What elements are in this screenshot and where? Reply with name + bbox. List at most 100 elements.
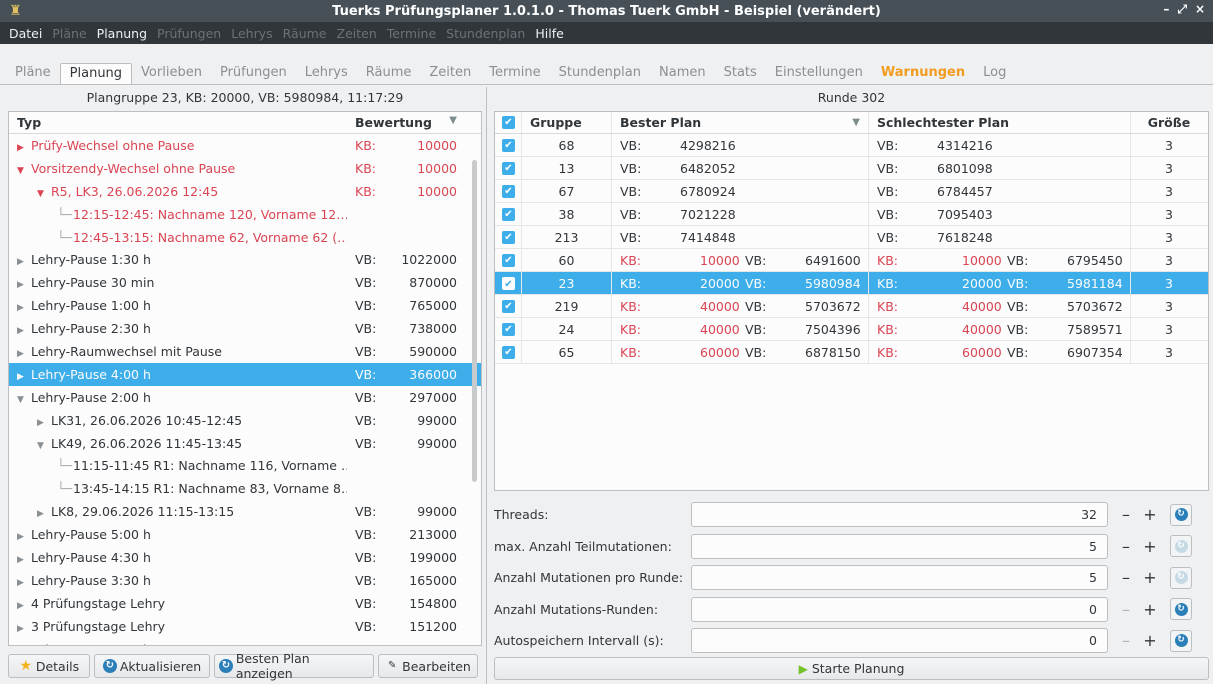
select-all-checkbox[interactable]: ✔ <box>502 116 515 129</box>
tree-row[interactable]: ▼ LK49, 26.06.2026 11:45-13:45 VB: 99000 <box>9 432 481 455</box>
reset-button[interactable]: ↻ <box>1170 566 1192 589</box>
tab-namen[interactable]: Namen <box>650 63 715 85</box>
tree-row[interactable]: ▶ Lehry-Pause 2:30 h VB: 738000 <box>9 317 481 340</box>
tab-räume[interactable]: Räume <box>357 63 421 85</box>
tree-scrollbar[interactable] <box>472 160 477 482</box>
edit-button[interactable]: ✎ Bearbeiten <box>378 654 478 678</box>
increment-button[interactable]: + <box>1138 600 1162 619</box>
plan-groups-table[interactable]: ✔ Gruppe Bester Plan ▼ Schlechtester Plan… <box>494 111 1209 491</box>
details-button[interactable]: ★ Details <box>8 654 90 678</box>
menu-stundenplan[interactable]: Stundenplan <box>441 26 530 41</box>
tree-row[interactable]: ▶Lehry-Pause 3:00 hVB:145000 <box>9 638 481 645</box>
row-checkbox[interactable]: ✔ <box>502 207 515 221</box>
menu-zeiten[interactable]: Zeiten <box>332 26 382 41</box>
menu-prüfungen[interactable]: Prüfungen <box>152 26 226 41</box>
collapsed-arrow-icon[interactable]: ▶ <box>17 326 31 336</box>
tab-zeiten[interactable]: Zeiten <box>420 63 480 85</box>
tab-log[interactable]: Log <box>974 63 1015 85</box>
tree-row[interactable]: ▶ 4 Prüfungstage Lehry VB: 154800 <box>9 592 481 615</box>
tree-row[interactable]: ▼ Vorsitzendy-Wechsel ohne Pause KB: 10000 <box>9 157 481 180</box>
collapsed-arrow-icon[interactable]: ▶ <box>17 624 31 634</box>
increment-button[interactable]: + <box>1138 631 1162 650</box>
increment-button[interactable]: + <box>1138 505 1162 524</box>
maximize-icon[interactable]: ⤢ <box>1177 2 1187 17</box>
row-checkbox[interactable]: ✔ <box>502 184 515 198</box>
row-checkbox[interactable]: ✔ <box>502 230 515 244</box>
increment-button[interactable]: + <box>1138 537 1162 556</box>
setting-input[interactable]: 5 <box>691 533 1108 559</box>
expanded-arrow-icon[interactable]: ▼ <box>37 189 51 199</box>
table-row[interactable]: ✔ 68 VB: 4298216 VB: 4314216 3 <box>495 134 1208 157</box>
collapsed-arrow-icon[interactable]: ▶ <box>17 601 31 611</box>
row-checkbox[interactable]: ✔ <box>502 138 515 152</box>
tree-row[interactable]: └─11:15-11:45 R1: Nachname 116, Vorname … <box>9 454 481 477</box>
tree-row[interactable]: └─12:15-12:45: Nachname 120, Vorname 12… <box>9 203 481 226</box>
tab-lehrys[interactable]: Lehrys <box>296 63 357 85</box>
reset-button[interactable]: ↻ <box>1170 629 1192 652</box>
show-best-plan-button[interactable]: ↻ Besten Plan anzeigen <box>214 651 374 681</box>
table-row[interactable]: ✔ 60 KB: 10000 VB: 6491600 KB: 10000 VB: 6795450 3 <box>495 249 1208 272</box>
row-checkbox[interactable]: ✔ <box>502 345 515 359</box>
tree-row[interactable]: ▶ Lehry-Pause 5:00 h VB: 213000 <box>9 523 481 546</box>
reset-button[interactable]: ↻ <box>1170 598 1192 621</box>
tree-row[interactable]: ▼ R5, LK3, 26.06.2026 12:45 KB: 10000 <box>9 180 481 203</box>
column-header-score[interactable]: Bewertung ▼ <box>347 115 457 130</box>
menu-lehrys[interactable]: Lehrys <box>226 26 277 41</box>
column-header-worst-plan[interactable]: Schlechtester Plan <box>869 112 1131 133</box>
expanded-arrow-icon[interactable]: ▼ <box>17 395 31 405</box>
minimize-icon[interactable]: – <box>1163 2 1169 17</box>
tree-row[interactable]: ▶ LK31, 26.06.2026 10:45-12:45 VB: 99000 <box>9 409 481 432</box>
tree-row[interactable]: ▶ Lehry-Pause 1:30 h VB: 1022000 <box>9 248 481 271</box>
table-row[interactable]: ✔ 67 VB: 6780924 VB: 6784457 3 <box>495 180 1208 203</box>
collapsed-arrow-icon[interactable]: ▶ <box>17 555 31 565</box>
tree-row[interactable]: ▶ Lehry-Pause 4:30 h VB: 199000 <box>9 546 481 569</box>
collapsed-arrow-icon[interactable]: ▶ <box>17 257 31 267</box>
tree-row[interactable]: ▶ LK8, 29.06.2026 11:15-13:15 VB: 99000 <box>9 500 481 523</box>
row-checkbox[interactable]: ✔ <box>502 161 515 175</box>
close-icon[interactable]: × <box>1195 2 1205 17</box>
setting-input[interactable]: 5 <box>691 565 1108 591</box>
expanded-arrow-icon[interactable]: ▼ <box>17 166 31 176</box>
tree-row[interactable]: └─13:45-14:15 R1: Nachname 83, Vorname 8… <box>9 477 481 500</box>
tree-row[interactable]: ▶ 3 Prüfungstage Lehry VB: 151200 <box>9 615 481 638</box>
column-header-group[interactable]: Gruppe <box>522 112 612 133</box>
tab-termine[interactable]: Termine <box>480 63 549 85</box>
table-row[interactable]: ✔ 38 VB: 7021228 VB: 7095403 3 <box>495 203 1208 226</box>
collapsed-arrow-icon[interactable]: ▶ <box>17 280 31 290</box>
menu-pläne[interactable]: Pläne <box>47 26 91 41</box>
start-planning-button[interactable]: ▶ Starte Planung <box>494 657 1209 680</box>
tree-row[interactable]: ▶ Prüfy-Wechsel ohne Pause KB: 10000 <box>9 134 481 157</box>
tree-row[interactable]: ▶ Lehry-Raumwechsel mit Pause VB: 590000 <box>9 340 481 363</box>
tree-row[interactable]: ▶ Lehry-Pause 1:00 h VB: 765000 <box>9 294 481 317</box>
tree-row[interactable]: ▼ Lehry-Pause 2:00 h VB: 297000 <box>9 386 481 409</box>
collapsed-arrow-icon[interactable]: ▶ <box>17 349 31 359</box>
tab-pläne[interactable]: Pläne <box>6 63 60 85</box>
expanded-arrow-icon[interactable]: ▼ <box>37 441 51 451</box>
collapsed-arrow-icon[interactable]: ▶ <box>17 578 31 588</box>
tab-stats[interactable]: Stats <box>715 63 766 85</box>
setting-input[interactable]: 0 <box>691 596 1108 622</box>
menu-datei[interactable]: Datei <box>4 26 47 41</box>
decrement-button[interactable]: – <box>1114 568 1138 587</box>
decrement-button[interactable]: – <box>1114 600 1138 619</box>
row-checkbox[interactable]: ✔ <box>502 322 515 336</box>
table-row[interactable]: ✔ 213 VB: 7414848 VB: 7618248 3 <box>495 226 1208 249</box>
tab-prüfungen[interactable]: Prüfungen <box>211 63 296 85</box>
row-checkbox[interactable]: ✔ <box>502 299 515 313</box>
warnings-tree[interactable]: Typ Bewertung ▼ ▶ Prüfy-Wechsel ohne Pause… <box>8 111 482 646</box>
setting-input[interactable]: 0 <box>691 628 1108 654</box>
table-row[interactable]: ✔ 219 KB: 40000 VB: 5703672 KB: 40000 VB: 5703672… <box>495 295 1208 318</box>
row-checkbox[interactable]: ✔ <box>502 253 515 267</box>
column-header-size[interactable]: Größe <box>1131 112 1207 133</box>
tree-row[interactable]: └─12:45-13:15: Nachname 62, Vorname 62 (… <box>9 226 481 249</box>
decrement-button[interactable]: – <box>1114 505 1138 524</box>
collapsed-arrow-icon[interactable]: ▶ <box>17 303 31 313</box>
refresh-button[interactable]: ↻ Aktualisieren <box>94 654 210 678</box>
table-row[interactable]: ✔ 13 VB: 6482052 VB: 6801098 3 <box>495 157 1208 180</box>
menu-termine[interactable]: Termine <box>382 26 441 41</box>
column-header-best-plan[interactable]: Bester Plan ▼ <box>612 112 869 133</box>
tree-row[interactable]: ▶ Lehry-Pause 4:00 h VB: 366000 <box>9 362 481 386</box>
collapsed-arrow-icon[interactable]: ▶ <box>37 418 51 428</box>
menu-planung[interactable]: Planung <box>92 26 152 41</box>
tab-planung[interactable]: Planung <box>59 63 133 85</box>
